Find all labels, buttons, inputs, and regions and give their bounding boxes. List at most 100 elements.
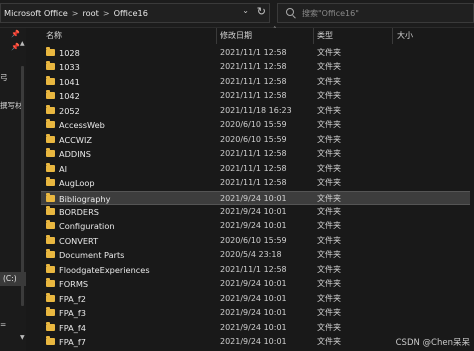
column-name[interactable]: 名称 [46,28,62,44]
file-name: FPA_f2 [59,293,86,304]
file-row[interactable]: FPA_f2 2021/9/24 10:01 文件夹 [37,292,474,306]
file-date: 2020/6/10 15:59 [220,120,287,130]
file-name: 1033 [59,62,80,73]
file-date: 2020/6/10 15:59 [220,235,287,245]
file-date: 2021/11/1 12:58 [220,91,287,101]
column-divider[interactable] [313,28,314,44]
file-type: 文件夹 [317,279,341,289]
folder-icon [46,220,55,230]
nav-item-c-drive[interactable]: (C:) [0,272,26,286]
file-name: FloodgateExperiences [59,264,150,275]
file-type: 文件夹 [317,120,341,130]
breadcrumb-separator[interactable]: > [102,9,111,18]
folder-icon [46,321,55,331]
breadcrumb-microsoft-office[interactable]: Microsoft Office [1,8,71,18]
file-date: 2021/11/18 16:23 [220,105,292,115]
file-type: 文件夹 [317,91,341,101]
file-row[interactable]: CONVERT 2020/6/10 15:59 文件夹 [37,234,474,248]
file-row[interactable]: AI 2021/11/1 12:58 文件夹 [37,162,474,176]
nav-item-label[interactable]: = [0,320,6,329]
search-box[interactable]: 搜索"Office16" [277,3,474,23]
file-date: 2021/11/1 12:58 [220,264,287,274]
folder-icon [46,307,55,317]
file-name: FPA_f3 [59,308,86,319]
file-date: 2021/9/24 10:01 [220,337,287,346]
file-row[interactable]: 2052 2021/11/18 16:23 文件夹 [37,104,474,118]
folder-icon [46,192,55,202]
pin-icon[interactable]: 📌 [11,43,20,52]
file-name: ACCWIZ [59,134,93,145]
file-row[interactable]: FloodgateExperiences 2021/11/1 12:58 文件夹 [37,263,474,277]
folder-icon [46,133,55,143]
folder-icon [46,177,55,187]
file-name: FORMS [59,279,89,290]
folder-icon [46,249,55,259]
pin-icon[interactable]: 📌 [11,30,20,39]
file-row[interactable]: FORMS 2021/9/24 10:01 文件夹 [37,277,474,291]
folder-icon [46,119,55,129]
file-name: CONVERT [59,235,99,246]
breadcrumb-office16[interactable]: Office16 [111,8,151,18]
search-placeholder[interactable]: 搜索"Office16" [302,8,359,19]
breadcrumb-separator[interactable]: > [71,9,80,18]
file-type: 文件夹 [317,308,341,318]
file-row[interactable]: Configuration 2021/9/24 10:01 文件夹 [37,219,474,233]
file-type: 文件夹 [317,293,341,303]
address-bar[interactable]: Microsoft Office > root > Office16 ⌄ ↻ [0,3,270,23]
file-type: 文件夹 [317,322,341,332]
file-row[interactable]: AugLoop 2021/11/1 12:58 文件夹 [37,176,474,190]
file-name: FPA_f4 [59,322,86,333]
file-date: 2021/11/1 12:58 [220,163,287,173]
address-bar-area: Microsoft Office > root > Office16 ⌄ ↻ 搜… [0,0,474,28]
file-row[interactable]: 1028 2021/11/1 12:58 文件夹 [37,46,474,60]
file-row[interactable]: 1041 2021/11/1 12:58 文件夹 [37,75,474,89]
nav-item-label[interactable]: 撰写材 [0,100,23,111]
nav-scrollbar[interactable] [21,66,24,306]
file-name: AccessWeb [59,120,105,131]
file-type: 文件夹 [317,149,341,159]
chevron-down-icon[interactable]: ⌄ [242,6,249,15]
refresh-icon[interactable]: ↻ [257,5,266,18]
file-date: 2021/11/1 12:58 [220,48,287,57]
column-size[interactable]: 大小 [397,28,413,44]
folder-icon [46,47,55,56]
column-divider[interactable] [392,28,393,44]
breadcrumb-root[interactable]: root [79,8,101,18]
file-date: 2021/11/1 12:58 [220,178,287,188]
file-row[interactable]: FPA_f3 2021/9/24 10:01 文件夹 [37,306,474,320]
file-date: 2020/6/10 15:59 [220,134,287,144]
nav-item-label[interactable]: 弓 [0,72,8,83]
file-row[interactable]: 1042 2021/11/1 12:58 文件夹 [37,89,474,103]
scroll-up-arrow-icon[interactable]: ▲ [20,40,25,47]
file-row[interactable]: Document Parts 2020/5/4 23:18 文件夹 [37,248,474,262]
file-type: 文件夹 [317,48,341,57]
file-type: 文件夹 [317,193,341,203]
file-row-selected[interactable]: Bibliography 2021/9/24 10:01 文件夹 [41,190,470,205]
file-row[interactable]: 1033 2021/11/1 12:58 文件夹 [37,60,474,74]
folder-icon [46,61,55,71]
column-date[interactable]: 修改日期 [220,28,252,44]
search-icon [286,8,296,18]
file-date: 2021/11/1 12:58 [220,149,287,159]
file-row[interactable]: BORDERS 2021/9/24 10:01 文件夹 [37,205,474,219]
folder-icon [46,292,55,302]
watermark: CSDN @Chen呆呆 [395,338,470,348]
file-name: ADDINS [59,149,91,160]
column-divider[interactable] [216,28,217,44]
file-row[interactable]: AccessWeb 2020/6/10 15:59 文件夹 [37,118,474,132]
file-row[interactable]: FPA_f4 2021/9/24 10:01 文件夹 [37,321,474,335]
file-date: 2021/9/24 10:01 [220,221,287,231]
file-type: 文件夹 [317,134,341,144]
file-name: Bibliography [59,193,111,204]
column-type[interactable]: 类型 [317,28,333,44]
file-type: 文件夹 [317,264,341,274]
file-date: 2020/5/4 23:18 [220,250,282,260]
file-type: 文件夹 [317,76,341,86]
folder-icon [46,162,55,172]
file-row[interactable]: ACCWIZ 2020/6/10 15:59 文件夹 [37,133,474,147]
scroll-down-arrow-icon[interactable]: ▼ [20,334,25,341]
file-row[interactable]: ADDINS 2021/11/1 12:58 文件夹 [37,147,474,161]
file-type: 文件夹 [317,206,341,216]
folder-icon [46,148,55,158]
file-name: BORDERS [59,206,99,217]
